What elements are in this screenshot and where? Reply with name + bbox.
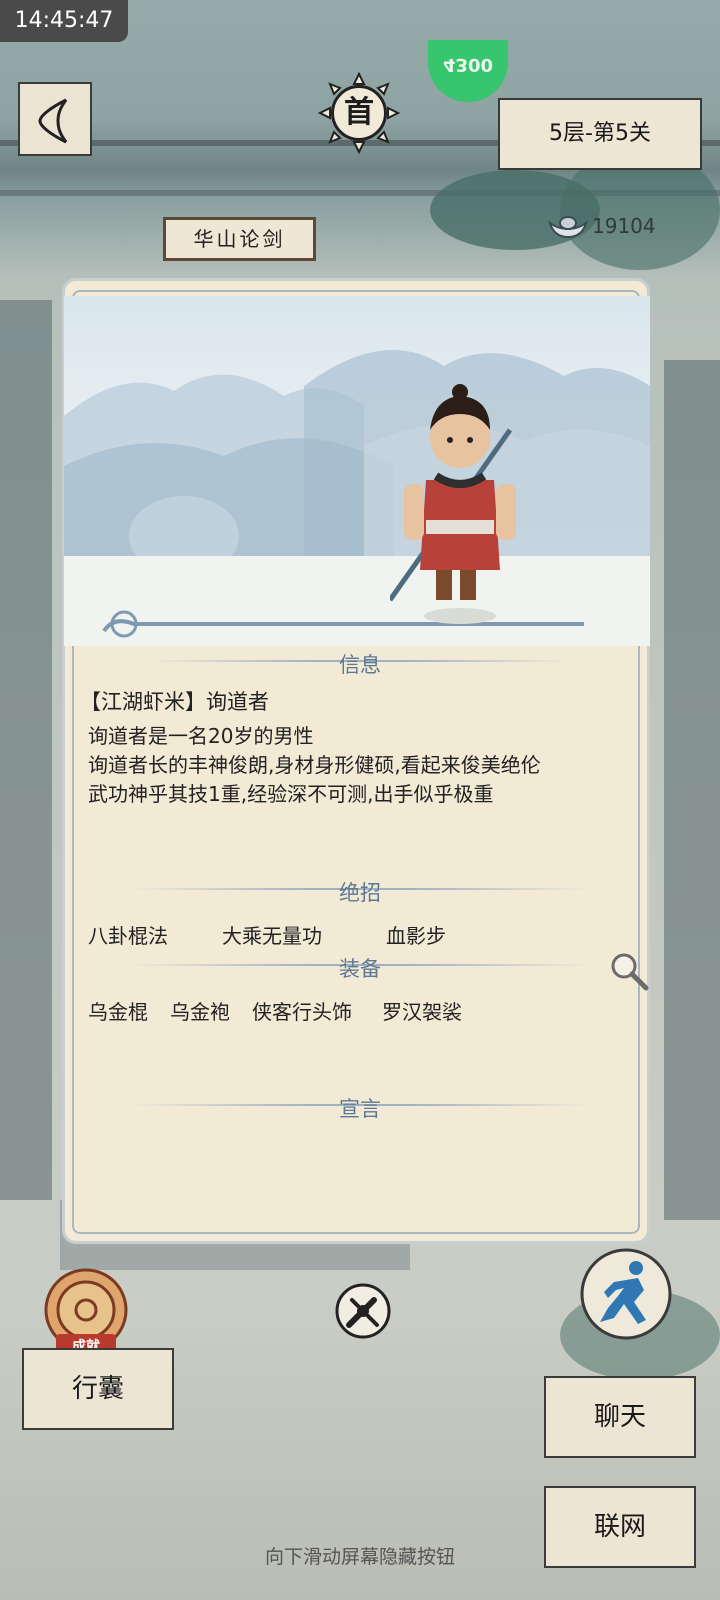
back-chevron-icon	[38, 98, 68, 144]
silver-count: 19104	[592, 214, 656, 238]
section-skills-title: 绝招	[339, 881, 381, 905]
desc-line: 询道者长的丰神俊朗,身材身形健硕,看起来俊美绝伦	[88, 753, 541, 777]
equipment-item[interactable]: 侠客行头饰	[252, 996, 352, 1025]
equipment-item[interactable]: 乌金棍	[88, 996, 148, 1025]
section-manifesto-title: 宣言	[339, 1097, 381, 1121]
character-name: 【江湖虾米】询道者	[80, 690, 269, 714]
location-title: 华山论剑	[193, 227, 286, 251]
bag-button[interactable]: 行囊	[22, 1348, 174, 1430]
home-button[interactable]: 首	[318, 72, 400, 154]
equipment-item[interactable]: 罗汉袈裟	[382, 996, 462, 1025]
wall-pillar	[0, 300, 52, 1200]
landscape-painting	[64, 296, 650, 646]
wall-pillar	[664, 360, 720, 1220]
desc-line: 武功神乎其技1重,经验深不可测,出手似乎极重	[88, 782, 494, 806]
back-button[interactable]	[18, 82, 92, 156]
silver-counter: 19104	[548, 208, 656, 244]
skill-item[interactable]: 血影步	[386, 920, 446, 949]
green-badge-text: 4300	[442, 54, 494, 75]
chat-button[interactable]: 聊天	[544, 1376, 696, 1458]
close-button[interactable]	[334, 1282, 392, 1340]
hint-text: 向下滑动屏幕隐藏按钮	[264, 1546, 455, 1568]
location-sign: 华山论剑	[163, 217, 316, 261]
magnifier-icon[interactable]	[608, 950, 652, 994]
character-avatar	[390, 384, 516, 624]
status-time: 14:45:47	[0, 0, 128, 42]
level-indicator[interactable]: 5层-第5关	[498, 98, 702, 170]
run-button[interactable]	[578, 1246, 674, 1342]
home-label: 首	[331, 85, 387, 141]
desc-line: 询道者是一名20岁的男性	[88, 724, 314, 748]
section-info-title: 信息	[339, 653, 381, 677]
skill-item[interactable]: 大乘无量功	[222, 920, 322, 949]
equipment-item[interactable]: 乌金袍	[170, 996, 230, 1025]
silver-ingot-icon	[548, 216, 588, 239]
skill-item[interactable]: 八卦棍法	[88, 920, 168, 949]
